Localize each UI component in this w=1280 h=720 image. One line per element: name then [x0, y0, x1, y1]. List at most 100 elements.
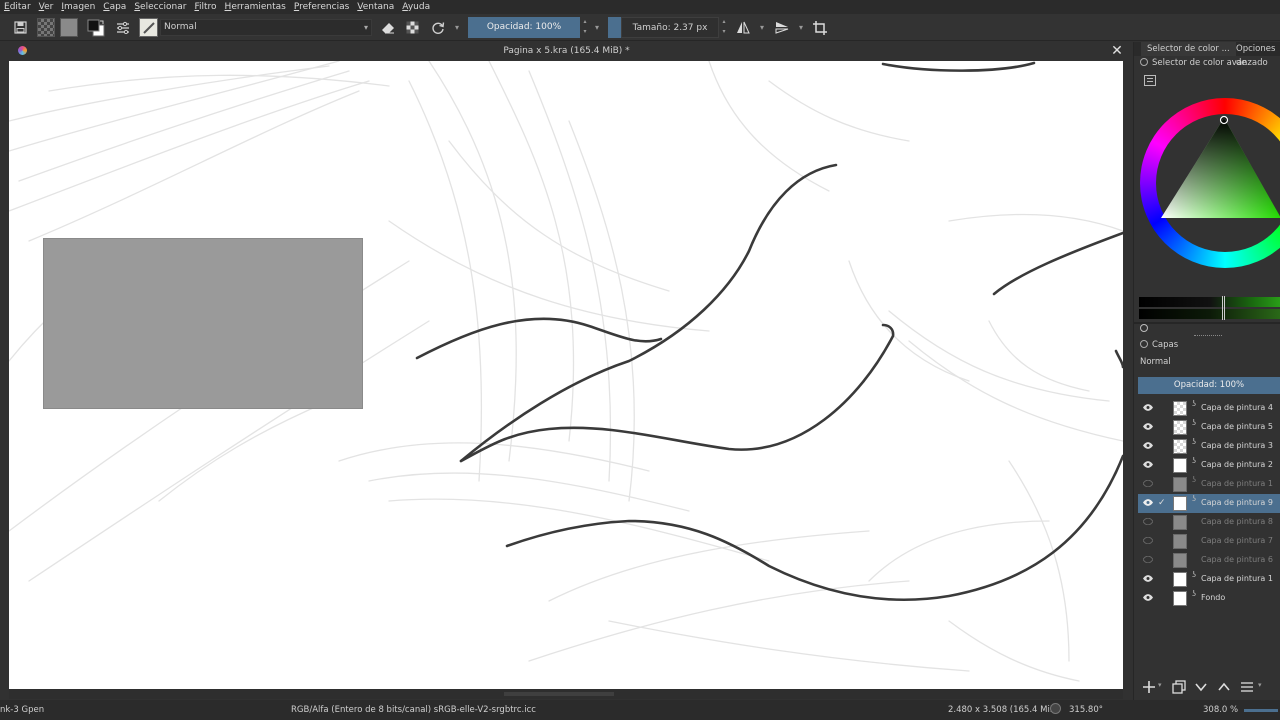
saturation-triangle[interactable]: [1156, 114, 1280, 224]
size-slider-fill[interactable]: [608, 17, 621, 38]
alpha-lock-icon[interactable]: [404, 18, 420, 37]
paint-layer-icon: ʖ: [1192, 418, 1197, 427]
opacity-menu-chevron-icon[interactable]: ▾: [592, 18, 602, 37]
eye-hidden-icon[interactable]: [1143, 518, 1153, 525]
menu-editar[interactable]: Editar: [4, 2, 31, 12]
color-value-bar[interactable]: [1139, 309, 1280, 319]
zoom-value[interactable]: 308.0 %: [1203, 705, 1238, 715]
pattern-swatch-icon[interactable]: [60, 18, 78, 37]
color-history-bar[interactable]: [1139, 297, 1280, 307]
eye-icon[interactable]: [1143, 423, 1153, 430]
reload-preset-icon[interactable]: [429, 18, 447, 37]
layer-row[interactable]: ʖ Capa de pintura 2: [1138, 456, 1280, 475]
save-icon[interactable]: [12, 18, 28, 37]
move-layer-up-icon[interactable]: [1217, 680, 1231, 694]
status-bar: nk-3 Gpen RGB/Alfa (Entero de 8 bits/can…: [0, 700, 1280, 720]
blend-mode-value: Normal: [164, 22, 197, 32]
size-slider[interactable]: Tamaño: 2.37 px: [621, 17, 719, 38]
layer-properties-icon[interactable]: [1240, 680, 1254, 694]
blend-mode-select[interactable]: Normal ▾: [160, 19, 372, 36]
layer-properties-chevron-icon[interactable]: ▾: [1258, 681, 1262, 689]
layer-thumbnail: [1173, 534, 1187, 549]
layer-thumbnail: [1173, 458, 1187, 473]
eye-hidden-icon[interactable]: [1143, 556, 1153, 563]
scroll-thumb[interactable]: [504, 692, 614, 696]
layer-row[interactable]: ʖ Capa de pintura 1: [1138, 570, 1280, 589]
eye-icon[interactable]: [1143, 575, 1153, 582]
wrap-around-icon[interactable]: [811, 18, 829, 37]
layer-row[interactable]: ʖ Capa de pintura 3: [1138, 437, 1280, 456]
opacity-spin-icon[interactable]: ▴ ▾: [580, 17, 590, 38]
opacity-slider[interactable]: Opacidad: 100%: [468, 17, 580, 38]
menu-filtro[interactable]: Filtro: [194, 2, 216, 12]
document-title: Pagina x 5.kra (165.4 MiB) *: [503, 46, 630, 56]
layer-row[interactable]: ʖ Capa de pintura 4: [1138, 399, 1280, 418]
tool-options-bar: Normal ▾ ▾ Opacidad: 100% ▴ ▾ ▾ Tamaño: 2…: [0, 14, 1280, 41]
layer-row[interactable]: Capa de pintura 7: [1138, 532, 1280, 551]
layer-row[interactable]: Capa de pintura 6: [1138, 551, 1280, 570]
paint-layer-icon: ʖ: [1192, 437, 1197, 446]
current-brush-label[interactable]: nk-3 Gpen: [0, 705, 44, 715]
gradient-swatch-icon[interactable]: [37, 18, 55, 37]
value-marker[interactable]: [1222, 296, 1225, 320]
float-panel-icon[interactable]: [1140, 324, 1148, 332]
rotation-icon[interactable]: [1050, 703, 1061, 714]
rotation-value[interactable]: 315.80°: [1069, 705, 1103, 715]
menu-bar: Editar Ver Imagen Capa Seleccionar Filtr…: [0, 0, 1280, 14]
menu-ver[interactable]: Ver: [39, 2, 54, 12]
color-space-label: RGB/Alfa (Entero de 8 bits/canal) sRGB-e…: [291, 705, 536, 715]
layer-row[interactable]: ʖ Capa de pintura 5: [1138, 418, 1280, 437]
checkmark-icon[interactable]: ✓: [1158, 497, 1168, 509]
tab-tool-options[interactable]: Opciones de: [1230, 42, 1280, 68]
mirror-horizontal-chevron-icon[interactable]: ▾: [757, 18, 767, 37]
eye-hidden-icon[interactable]: [1143, 537, 1153, 544]
layer-thumbnail: [1173, 515, 1187, 530]
color-selector-icon: [1140, 58, 1148, 66]
layer-name: Capa de pintura 4: [1201, 403, 1273, 412]
horizontal-scrollbar[interactable]: [9, 689, 1123, 699]
move-layer-down-icon[interactable]: [1194, 680, 1208, 694]
mirror-vertical-icon[interactable]: [773, 18, 791, 37]
menu-capa[interactable]: Capa: [103, 2, 126, 12]
brush-settings-icon[interactable]: [114, 18, 132, 37]
layer-name: Capa de pintura 3: [1201, 441, 1273, 450]
menu-ayuda[interactable]: Ayuda: [402, 2, 430, 12]
layer-name: Capa de pintura 8: [1201, 517, 1273, 526]
eye-icon[interactable]: [1143, 404, 1153, 411]
splitter-handle[interactable]: [1194, 335, 1222, 336]
drawing-canvas[interactable]: [9, 61, 1123, 689]
menu-seleccionar[interactable]: Seleccionar: [134, 2, 186, 12]
fg-bg-color-icon[interactable]: [86, 18, 106, 37]
eye-icon[interactable]: [1143, 499, 1153, 506]
mirror-vertical-chevron-icon[interactable]: ▾: [796, 18, 806, 37]
menu-ventana[interactable]: Ventana: [357, 2, 394, 12]
color-settings-icon[interactable]: [1144, 75, 1156, 86]
reload-menu-chevron-icon[interactable]: ▾: [452, 18, 462, 37]
layers-panel-icon: [1140, 340, 1148, 348]
layer-thumbnail: [1173, 553, 1187, 568]
size-spin-icon[interactable]: ▴ ▾: [719, 17, 729, 38]
layer-row[interactable]: ʖ Fondo: [1138, 589, 1280, 608]
eye-icon[interactable]: [1143, 442, 1153, 449]
duplicate-layer-icon[interactable]: [1172, 680, 1186, 694]
menu-herramientas[interactable]: Herramientas: [225, 2, 286, 12]
menu-imagen[interactable]: Imagen: [61, 2, 95, 12]
eye-icon[interactable]: [1143, 461, 1153, 468]
layer-row[interactable]: ʖ Capa de pintura 1: [1138, 475, 1280, 494]
close-document-icon[interactable]: ✕: [1110, 43, 1124, 59]
mirror-horizontal-icon[interactable]: [734, 18, 752, 37]
add-layer-icon[interactable]: [1142, 680, 1156, 694]
layers-blend-select[interactable]: Normal: [1140, 357, 1171, 367]
add-layer-chevron-icon[interactable]: ▾: [1158, 681, 1162, 689]
zoom-slider[interactable]: [1244, 709, 1278, 712]
eye-icon[interactable]: [1143, 594, 1153, 601]
tab-color-selector[interactable]: Selector de color ...: [1141, 42, 1236, 56]
layer-row-selected[interactable]: ✓ ʖ Capa de pintura 9: [1138, 494, 1280, 513]
brush-preset-icon[interactable]: [139, 18, 158, 37]
eraser-icon[interactable]: [380, 18, 396, 37]
layer-row[interactable]: Capa de pintura 8: [1138, 513, 1280, 532]
menu-preferencias[interactable]: Preferencias: [294, 2, 349, 12]
eye-hidden-icon[interactable]: [1143, 480, 1153, 487]
layers-opacity-slider[interactable]: Opacidad: 100%: [1138, 377, 1280, 394]
paint-layer-icon: ʖ: [1192, 399, 1197, 408]
